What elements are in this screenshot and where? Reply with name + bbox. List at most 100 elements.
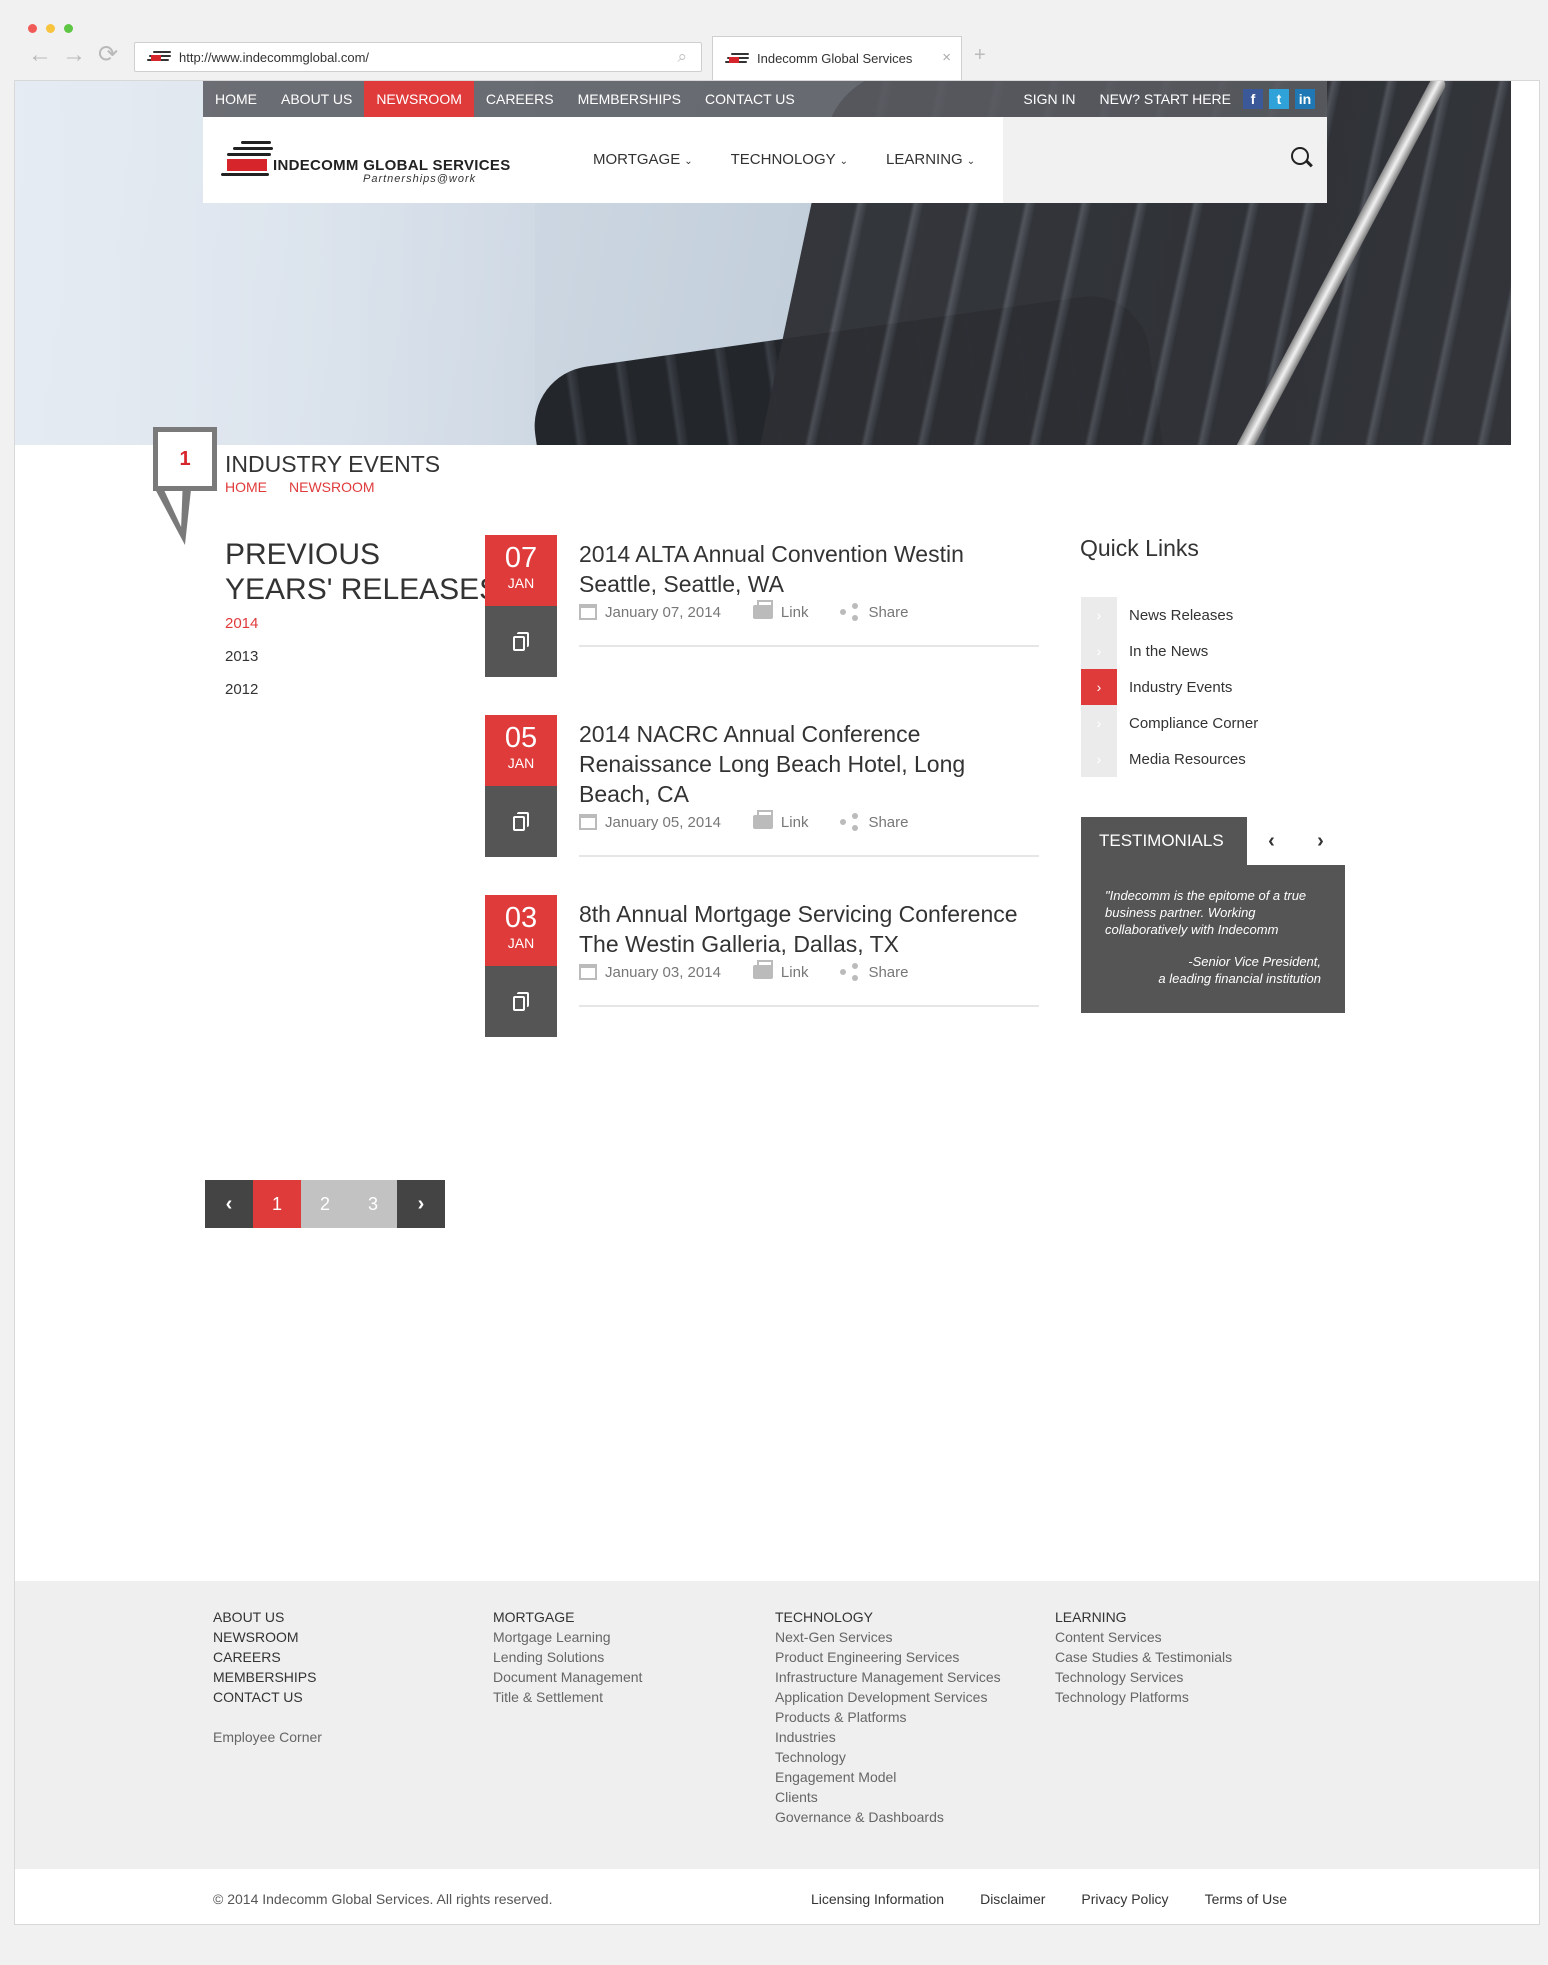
topnav-home[interactable]: HOME bbox=[203, 81, 269, 117]
back-arrow-icon[interactable]: ← bbox=[28, 43, 52, 67]
event-document-button[interactable] bbox=[485, 786, 557, 857]
footer-link[interactable]: MEMBERSHIPS bbox=[213, 1667, 322, 1687]
tab-close-icon[interactable]: × bbox=[942, 49, 951, 66]
sign-in-link[interactable]: SIGN IN bbox=[1011, 81, 1087, 117]
footer-link[interactable]: Infrastructure Management Services bbox=[775, 1667, 1001, 1687]
next-page-button[interactable]: › bbox=[397, 1180, 445, 1228]
page-title: INDUSTRY EVENTS bbox=[225, 451, 441, 477]
privacy-policy-link[interactable]: Privacy Policy bbox=[1081, 1891, 1168, 1907]
browser-tab[interactable]: Indecomm Global Services × bbox=[712, 36, 962, 80]
page-3-button[interactable]: 3 bbox=[349, 1180, 397, 1228]
footer-link[interactable]: Governance & Dashboards bbox=[775, 1807, 1001, 1827]
chevron-left-icon[interactable]: ‹ bbox=[1268, 830, 1275, 853]
legal-links: Licensing Information Disclaimer Privacy… bbox=[811, 1891, 1287, 1907]
search-icon[interactable] bbox=[1291, 147, 1309, 165]
twitter-icon[interactable]: t bbox=[1269, 89, 1289, 109]
year-link-2012[interactable]: 2012 bbox=[225, 681, 258, 698]
event-title[interactable]: 2014 ALTA Annual Convention Westin Seatt… bbox=[579, 539, 979, 599]
topnav-careers[interactable]: CAREERS bbox=[474, 81, 566, 117]
footer-heading[interactable]: LEARNING bbox=[1055, 1607, 1232, 1627]
quick-link-industry-events[interactable]: › Industry Events bbox=[1081, 669, 1258, 705]
chevron-right-icon[interactable]: › bbox=[1317, 830, 1324, 853]
address-bar[interactable]: http://www.indecommglobal.com/ ⌕ bbox=[134, 42, 702, 72]
quick-link-news-releases[interactable]: › News Releases bbox=[1081, 597, 1258, 633]
address-search-icon[interactable]: ⌕ bbox=[677, 47, 687, 67]
linkedin-icon[interactable]: in bbox=[1295, 89, 1315, 109]
footer-heading[interactable]: TECHNOLOGY bbox=[775, 1607, 1001, 1627]
quick-link-compliance-corner[interactable]: › Compliance Corner bbox=[1081, 705, 1258, 741]
footer-link[interactable]: Title & Settlement bbox=[493, 1687, 642, 1707]
topnav-about-us[interactable]: ABOUT US bbox=[269, 81, 364, 117]
menu-learning[interactable]: LEARNING ⌄ bbox=[886, 151, 975, 168]
footer-link[interactable]: Employee Corner bbox=[213, 1727, 322, 1747]
event-date-badge: 03 JAN bbox=[485, 895, 557, 966]
logo-mark-icon bbox=[221, 139, 277, 183]
year-link-2014[interactable]: 2014 bbox=[225, 615, 258, 632]
event-share[interactable]: Share bbox=[840, 813, 908, 831]
disclaimer-link[interactable]: Disclaimer bbox=[980, 1891, 1045, 1907]
footer-link[interactable]: ABOUT US bbox=[213, 1607, 322, 1627]
footer-link[interactable]: Case Studies & Testimonials bbox=[1055, 1647, 1232, 1667]
event-title[interactable]: 2014 NACRC Annual Conference Renaissance… bbox=[579, 719, 999, 809]
chevron-right-icon: › bbox=[1081, 705, 1117, 741]
site-search[interactable] bbox=[1003, 117, 1327, 203]
footer-heading[interactable]: MORTGAGE bbox=[493, 1607, 642, 1627]
footer-link[interactable]: Industries bbox=[775, 1727, 1001, 1747]
topnav-contact-us[interactable]: CONTACT US bbox=[693, 81, 807, 117]
breadcrumb-home[interactable]: HOME bbox=[225, 479, 267, 495]
licensing-link[interactable]: Licensing Information bbox=[811, 1891, 944, 1907]
footer-link[interactable]: CONTACT US bbox=[213, 1687, 322, 1707]
footer-link[interactable]: Content Services bbox=[1055, 1627, 1232, 1647]
footer-link[interactable]: Document Management bbox=[493, 1667, 642, 1687]
minimize-window-button[interactable] bbox=[46, 24, 55, 33]
year-link-2013[interactable]: 2013 bbox=[225, 648, 258, 665]
event-document-button[interactable] bbox=[485, 606, 557, 677]
footer-link[interactable]: Clients bbox=[775, 1787, 1001, 1807]
event-link[interactable]: Link bbox=[752, 810, 808, 831]
testimonials-widget: TESTIMONIALS ‹ › "Indecomm is the epitom… bbox=[1081, 817, 1345, 1013]
terms-of-use-link[interactable]: Terms of Use bbox=[1205, 1891, 1287, 1907]
menu-technology[interactable]: TECHNOLOGY ⌄ bbox=[731, 151, 848, 168]
quick-link-in-the-news[interactable]: › In the News bbox=[1081, 633, 1258, 669]
footer-link[interactable]: Product Engineering Services bbox=[775, 1647, 1001, 1667]
forward-arrow-icon[interactable]: → bbox=[62, 43, 86, 67]
reload-icon[interactable]: ⟳ bbox=[96, 43, 120, 67]
testimonials-nav: ‹ › bbox=[1247, 817, 1345, 865]
new-tab-button[interactable]: + bbox=[974, 44, 986, 67]
maximize-window-button[interactable] bbox=[64, 24, 73, 33]
footer-link[interactable]: Mortgage Learning bbox=[493, 1627, 642, 1647]
menu-mortgage[interactable]: MORTGAGE ⌄ bbox=[593, 151, 693, 168]
event-document-button[interactable] bbox=[485, 966, 557, 1037]
topnav-memberships[interactable]: MEMBERSHIPS bbox=[566, 81, 693, 117]
footer-link[interactable]: CAREERS bbox=[213, 1647, 322, 1667]
event-link[interactable]: Link bbox=[752, 600, 808, 621]
footer-link[interactable]: Technology bbox=[775, 1747, 1001, 1767]
footer-link[interactable]: Products & Platforms bbox=[775, 1707, 1001, 1727]
footer-link[interactable]: Technology Services bbox=[1055, 1667, 1232, 1687]
breadcrumb-newsroom[interactable]: NEWSROOM bbox=[289, 479, 375, 495]
print-icon bbox=[752, 600, 773, 619]
quick-link-media-resources[interactable]: › Media Resources bbox=[1081, 741, 1258, 777]
footer-link[interactable]: Application Development Services bbox=[775, 1687, 1001, 1707]
event-item: 07 JAN 2014 ALTA Annual Convention Westi… bbox=[485, 535, 1045, 685]
start-here-link[interactable]: NEW? START HERE bbox=[1088, 81, 1243, 117]
event-date-badge: 05 JAN bbox=[485, 715, 557, 786]
footer-link[interactable]: NEWSROOM bbox=[213, 1627, 322, 1647]
document-icon bbox=[513, 631, 529, 652]
event-link[interactable]: Link bbox=[752, 960, 808, 981]
facebook-icon[interactable]: f bbox=[1243, 89, 1263, 109]
page-1-button[interactable]: 1 bbox=[253, 1180, 301, 1228]
footer-link[interactable]: Lending Solutions bbox=[493, 1647, 642, 1667]
close-window-button[interactable] bbox=[28, 24, 37, 33]
calendar-icon bbox=[579, 814, 597, 830]
page-2-button[interactable]: 2 bbox=[301, 1180, 349, 1228]
brand-logo[interactable]: INDECOMM GLOBAL SERVICES Partnerships@wo… bbox=[221, 139, 521, 185]
event-share[interactable]: Share bbox=[840, 963, 908, 981]
footer-link[interactable]: Technology Platforms bbox=[1055, 1687, 1232, 1707]
footer-link[interactable]: Engagement Model bbox=[775, 1767, 1001, 1787]
event-share[interactable]: Share bbox=[840, 603, 908, 621]
event-title[interactable]: 8th Annual Mortgage Servicing Conference… bbox=[579, 899, 1049, 959]
topnav-newsroom[interactable]: NEWSROOM bbox=[364, 81, 474, 117]
footer-link[interactable]: Next-Gen Services bbox=[775, 1627, 1001, 1647]
prev-page-button[interactable]: ‹ bbox=[205, 1180, 253, 1228]
